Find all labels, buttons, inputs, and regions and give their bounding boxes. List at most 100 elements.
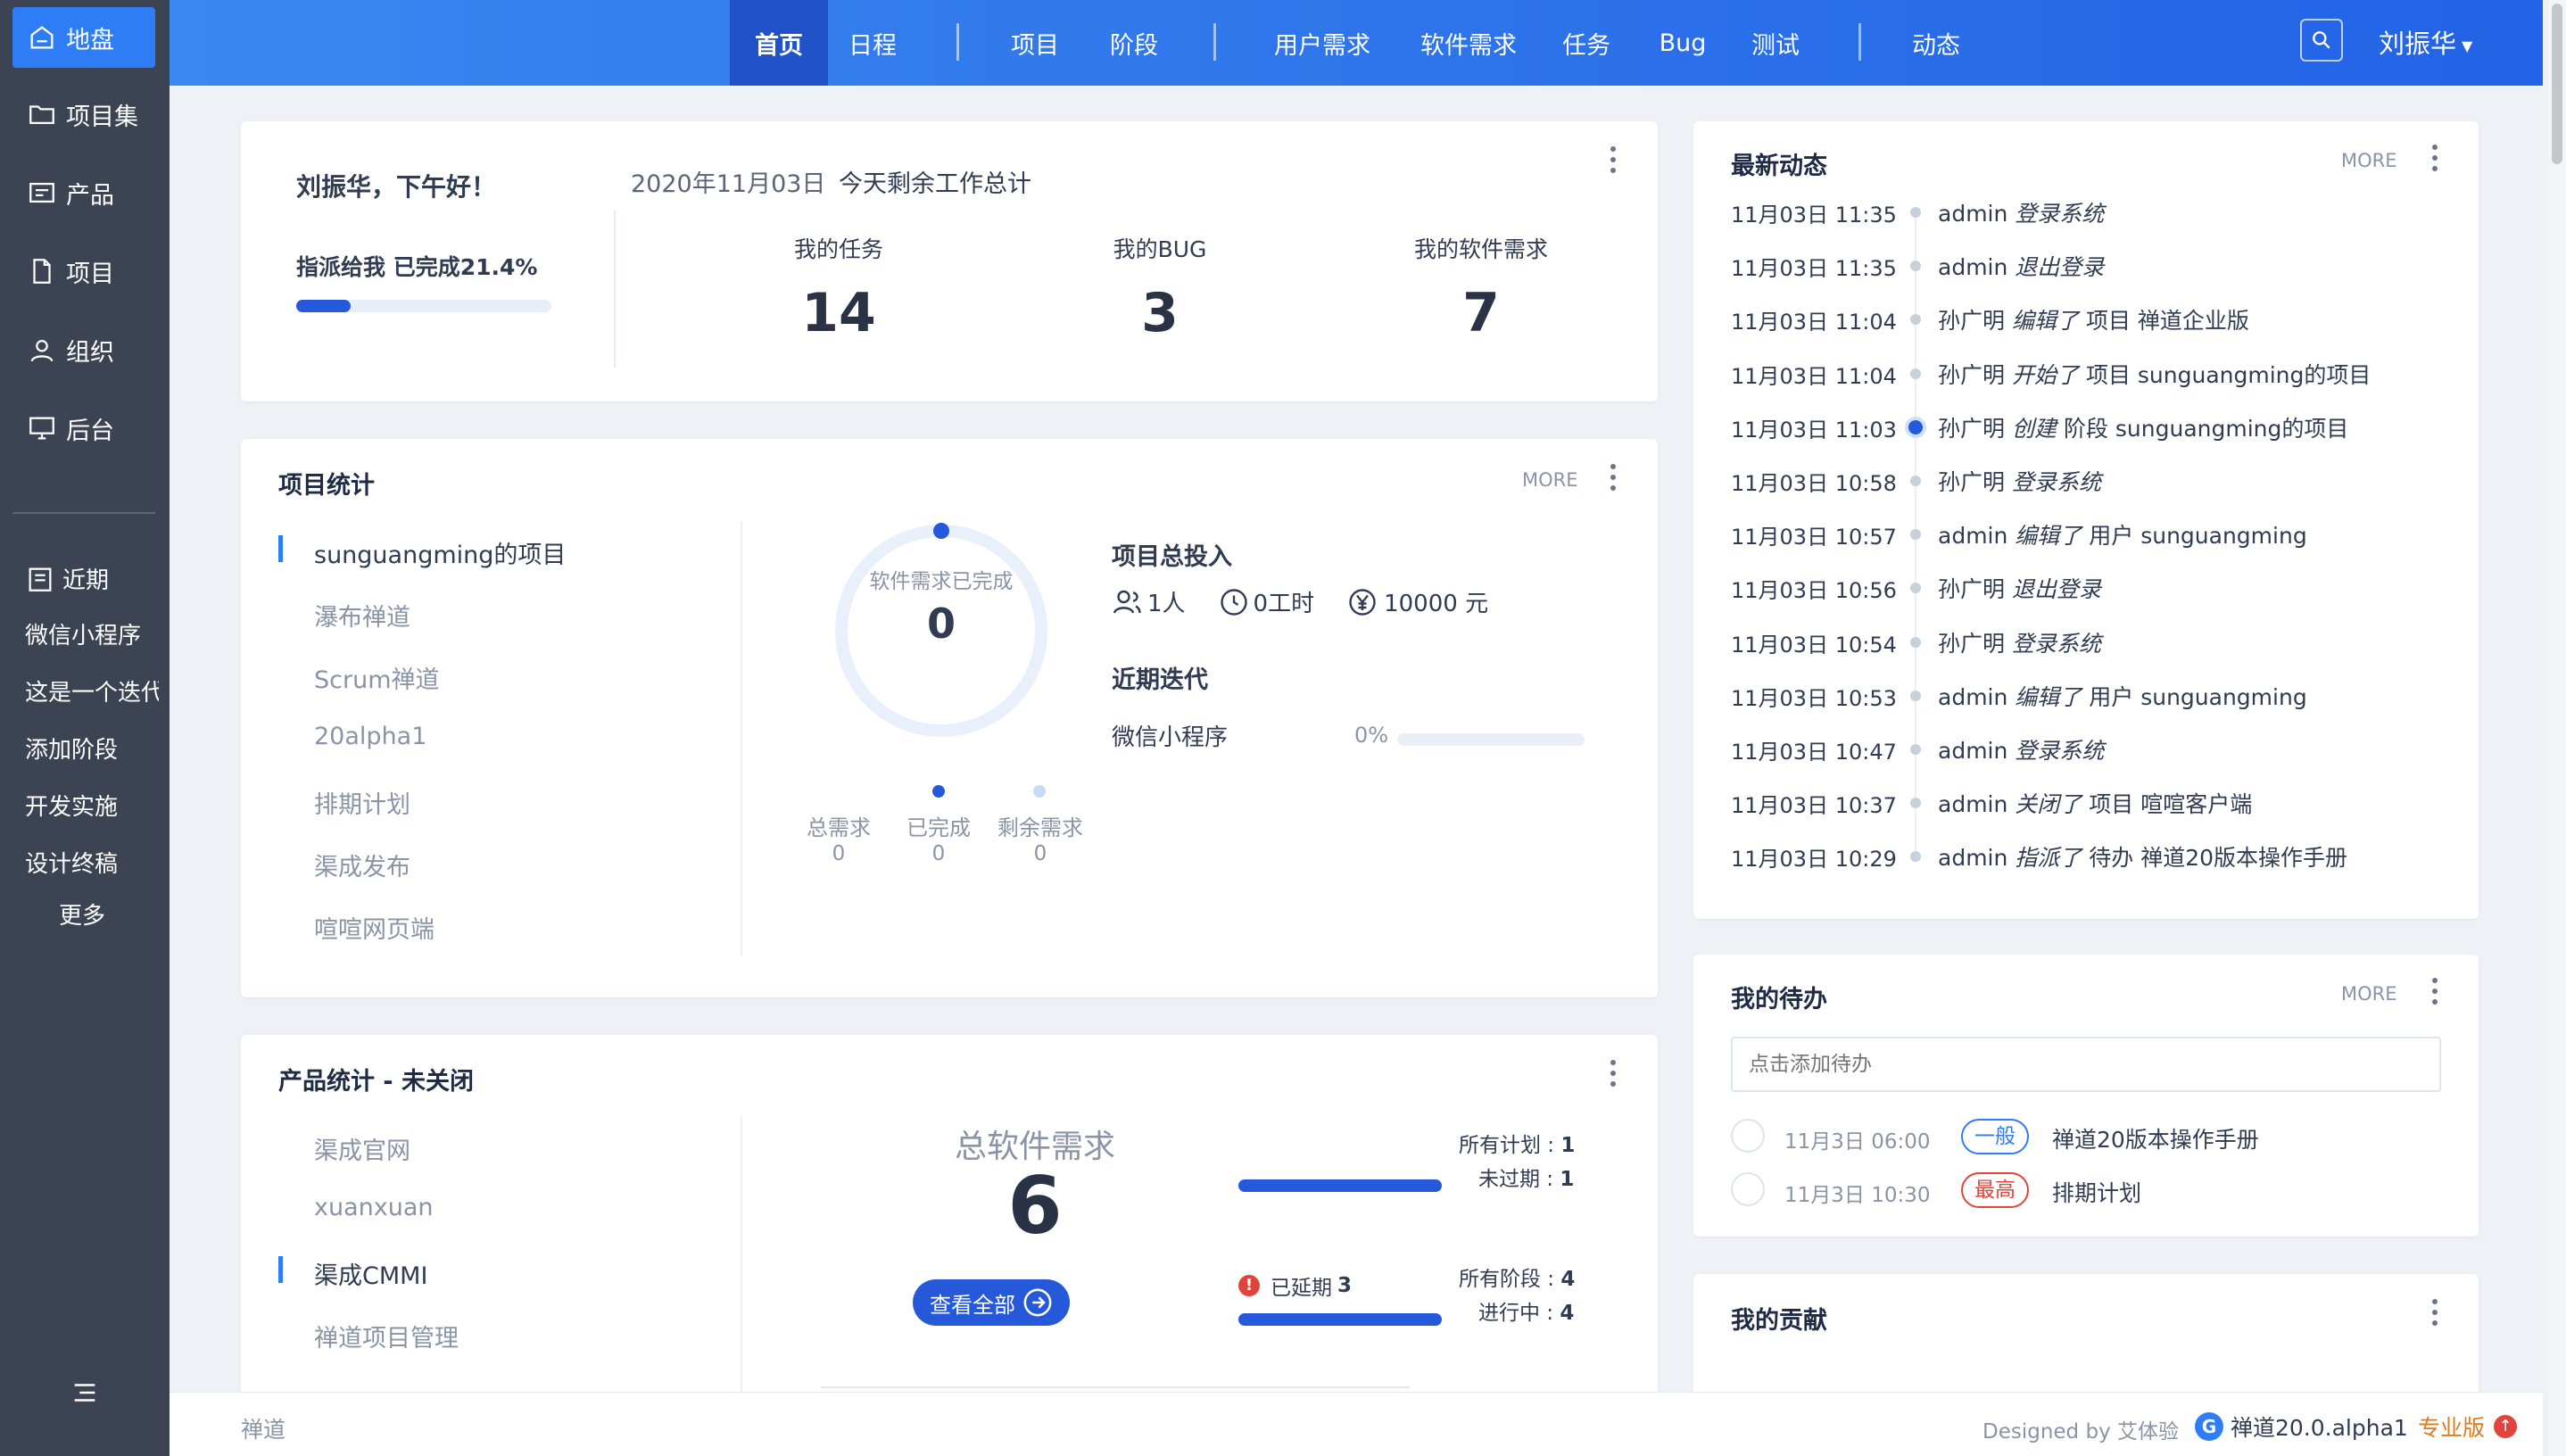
nav-task[interactable]: 任务 bbox=[1551, 0, 1622, 86]
nav-schedule[interactable]: 日程 bbox=[837, 0, 908, 86]
divider bbox=[741, 521, 742, 956]
project-list-item[interactable]: 瀑布禅道 bbox=[314, 598, 410, 633]
plans-all-label: 所有计划 : bbox=[1459, 1134, 1561, 1157]
todo-time: 11月3日 06:00 bbox=[1784, 1130, 1931, 1154]
timeline-action: 退出登录 bbox=[2011, 576, 2101, 602]
welcome-date: 2020年11月03日 bbox=[631, 170, 826, 198]
sidebar-item-project[interactable]: 项目 bbox=[12, 241, 155, 302]
timeline-action: 登录系统 bbox=[2015, 201, 2105, 227]
upgrade-icon: ↑ bbox=[2494, 1415, 2518, 1438]
timeline-user: 孙广明 bbox=[1938, 308, 2006, 334]
footer-breadcrumb[interactable]: 禅道 bbox=[241, 1412, 286, 1444]
nav-bug[interactable]: Bug bbox=[1647, 0, 1718, 86]
product-list-item[interactable]: 禅道项目管理 bbox=[314, 1319, 459, 1353]
scrollbar-thumb[interactable] bbox=[2552, 4, 2562, 164]
nav-test[interactable]: 测试 bbox=[1740, 0, 1811, 86]
kebab-menu-icon[interactable] bbox=[2431, 1299, 2438, 1331]
product-list-item[interactable]: 渠成CMMI bbox=[314, 1256, 427, 1291]
todo-name[interactable]: 禅道20版本操作手册 bbox=[2052, 1122, 2259, 1154]
footer-edition[interactable]: 专业版 ↑ bbox=[2418, 1410, 2518, 1443]
page-scrollbar[interactable] bbox=[2548, 0, 2566, 1456]
user-menu[interactable]: 刘振华 ▼ bbox=[2379, 23, 2472, 61]
todo-checkbox[interactable] bbox=[1731, 1119, 1765, 1153]
recent-item[interactable]: 设计终稿 bbox=[25, 846, 159, 879]
kebab-menu-icon[interactable] bbox=[2431, 145, 2438, 177]
nav-project[interactable]: 项目 bbox=[999, 0, 1071, 86]
project-list-item[interactable]: 渠成发布 bbox=[314, 848, 410, 882]
kebab-menu-icon[interactable] bbox=[1610, 464, 1617, 496]
invest-title: 项目总投入 bbox=[1112, 543, 1232, 571]
plans-unexpired-value: 1 bbox=[1560, 1168, 1575, 1191]
product-icon bbox=[29, 182, 54, 203]
sidebar-item-org[interactable]: 组织 bbox=[12, 319, 155, 380]
view-all-button[interactable]: 查看全部 bbox=[913, 1279, 1070, 1326]
invest-money: 10000 元 bbox=[1384, 591, 1489, 617]
sidebar-item-admin[interactable]: 后台 bbox=[12, 398, 155, 459]
project-list-item[interactable]: 喧喧网页端 bbox=[314, 910, 435, 945]
timeline-item[interactable]: 11月03日 10:57 admin 编辑了 用户 sunguangming bbox=[1731, 517, 2307, 552]
view-all-label: 查看全部 bbox=[930, 1292, 1015, 1318]
priority-badge: 一般 bbox=[1961, 1119, 2029, 1154]
search-icon[interactable] bbox=[2300, 19, 2343, 62]
todo-card: 我的待办 MORE 11月3日 06:00 一般 禅道20版本操作手册 11月3… bbox=[1693, 955, 2479, 1237]
footer-version[interactable]: G 禅道20.0.alpha1 bbox=[2195, 1410, 2408, 1443]
stages-all-label: 所有阶段 : bbox=[1459, 1268, 1561, 1291]
timeline-item[interactable]: 11月03日 10:53 admin 编辑了 用户 sunguangming bbox=[1731, 678, 2307, 714]
file-icon bbox=[33, 259, 51, 284]
timeline-dot bbox=[1910, 637, 1921, 648]
contribution-card: 我的贡献 bbox=[1693, 1274, 2479, 1399]
sidebar-item-program[interactable]: 项目集 bbox=[12, 84, 155, 145]
todo-checkbox[interactable] bbox=[1731, 1172, 1765, 1206]
progress-fill bbox=[296, 300, 352, 312]
more-link[interactable]: MORE bbox=[2341, 983, 2397, 1005]
more-link[interactable]: MORE bbox=[2341, 150, 2397, 171]
delayed-label: 已延期 bbox=[1271, 1277, 1332, 1300]
recent-item[interactable]: 开发实施 bbox=[25, 789, 159, 822]
timeline-item[interactable]: 11月03日 11:04 孙广明 编辑了 项目 禅道企业版 bbox=[1731, 302, 2249, 337]
sidebar-item-dashboard[interactable]: 地盘 bbox=[12, 7, 155, 68]
project-list-item[interactable]: sunguangming的项目 bbox=[314, 535, 566, 570]
recent-more-link[interactable]: 更多 bbox=[59, 898, 193, 931]
recent-item[interactable]: 微信小程序 bbox=[25, 617, 159, 650]
project-list-item[interactable]: Scrum禅道 bbox=[314, 660, 440, 695]
recent-item[interactable]: 添加阶段 bbox=[25, 732, 159, 765]
sidebar-item-product[interactable]: 产品 bbox=[12, 162, 155, 223]
stages-all-value: 4 bbox=[1560, 1268, 1576, 1291]
nav-software-requirement[interactable]: 软件需求 bbox=[1411, 0, 1527, 86]
timeline-item[interactable]: 11月03日 11:04 孙广明 开始了 项目 sunguangming的项目 bbox=[1731, 356, 2371, 392]
warning-icon: ! bbox=[1238, 1275, 1260, 1296]
kebab-menu-icon[interactable] bbox=[1610, 1060, 1617, 1092]
delayed: ! 已延期 3 bbox=[1238, 1270, 1352, 1301]
recent-item[interactable]: 这是一个迭代 bbox=[25, 674, 159, 707]
timeline-item[interactable]: 11月03日 10:29 admin 指派了 待办 禅道20版本操作手册 bbox=[1731, 839, 2347, 874]
product-list-item[interactable]: xuanxuan bbox=[314, 1194, 434, 1221]
footer-designed-by[interactable]: Designed by 艾体验 bbox=[1982, 1414, 2179, 1444]
progress-track bbox=[296, 300, 551, 312]
kebab-menu-icon[interactable] bbox=[1610, 146, 1617, 178]
timeline-dot bbox=[1910, 529, 1921, 540]
monitor-icon bbox=[29, 417, 54, 440]
legend-dot bbox=[1033, 785, 1046, 798]
sidebar-divider bbox=[12, 512, 155, 514]
more-link[interactable]: MORE bbox=[1522, 469, 1578, 491]
add-todo-input[interactable] bbox=[1731, 1037, 2441, 1092]
nav-user-requirement[interactable]: 用户需求 bbox=[1264, 0, 1380, 86]
welcome-card: 刘振华，下午好！ 指派给我 已完成21.4% 2020年11月03日 今天剩余工… bbox=[241, 121, 1658, 401]
collapse-menu-icon[interactable] bbox=[70, 1377, 100, 1414]
stat-value[interactable]: 14 bbox=[758, 282, 919, 344]
iteration-name[interactable]: 微信小程序 bbox=[1112, 719, 1228, 752]
project-list-item[interactable]: 20alpha1 bbox=[314, 723, 426, 750]
todo-name[interactable]: 排期计划 bbox=[2052, 1176, 2141, 1208]
product-list-item[interactable]: 渠成官网 bbox=[314, 1131, 410, 1166]
nav-dynamic[interactable]: 动态 bbox=[1900, 0, 1972, 86]
timeline-item[interactable]: 11月03日 11:03 孙广明 创建 阶段 sunguangming的项目 bbox=[1731, 410, 2348, 445]
kebab-menu-icon[interactable] bbox=[2431, 978, 2438, 1010]
timeline-object: 用户 sunguangming bbox=[2089, 684, 2307, 710]
project-list-item[interactable]: 排期计划 bbox=[314, 785, 410, 820]
stat-value[interactable]: 7 bbox=[1401, 282, 1561, 344]
stat-value[interactable]: 3 bbox=[1080, 282, 1240, 344]
divider bbox=[614, 211, 616, 368]
nav-stage[interactable]: 阶段 bbox=[1098, 0, 1170, 86]
nav-home[interactable]: 首页 bbox=[730, 0, 828, 86]
timeline-item[interactable]: 11月03日 10:37 admin 关闭了 项目 喧喧客户端 bbox=[1731, 785, 2252, 821]
